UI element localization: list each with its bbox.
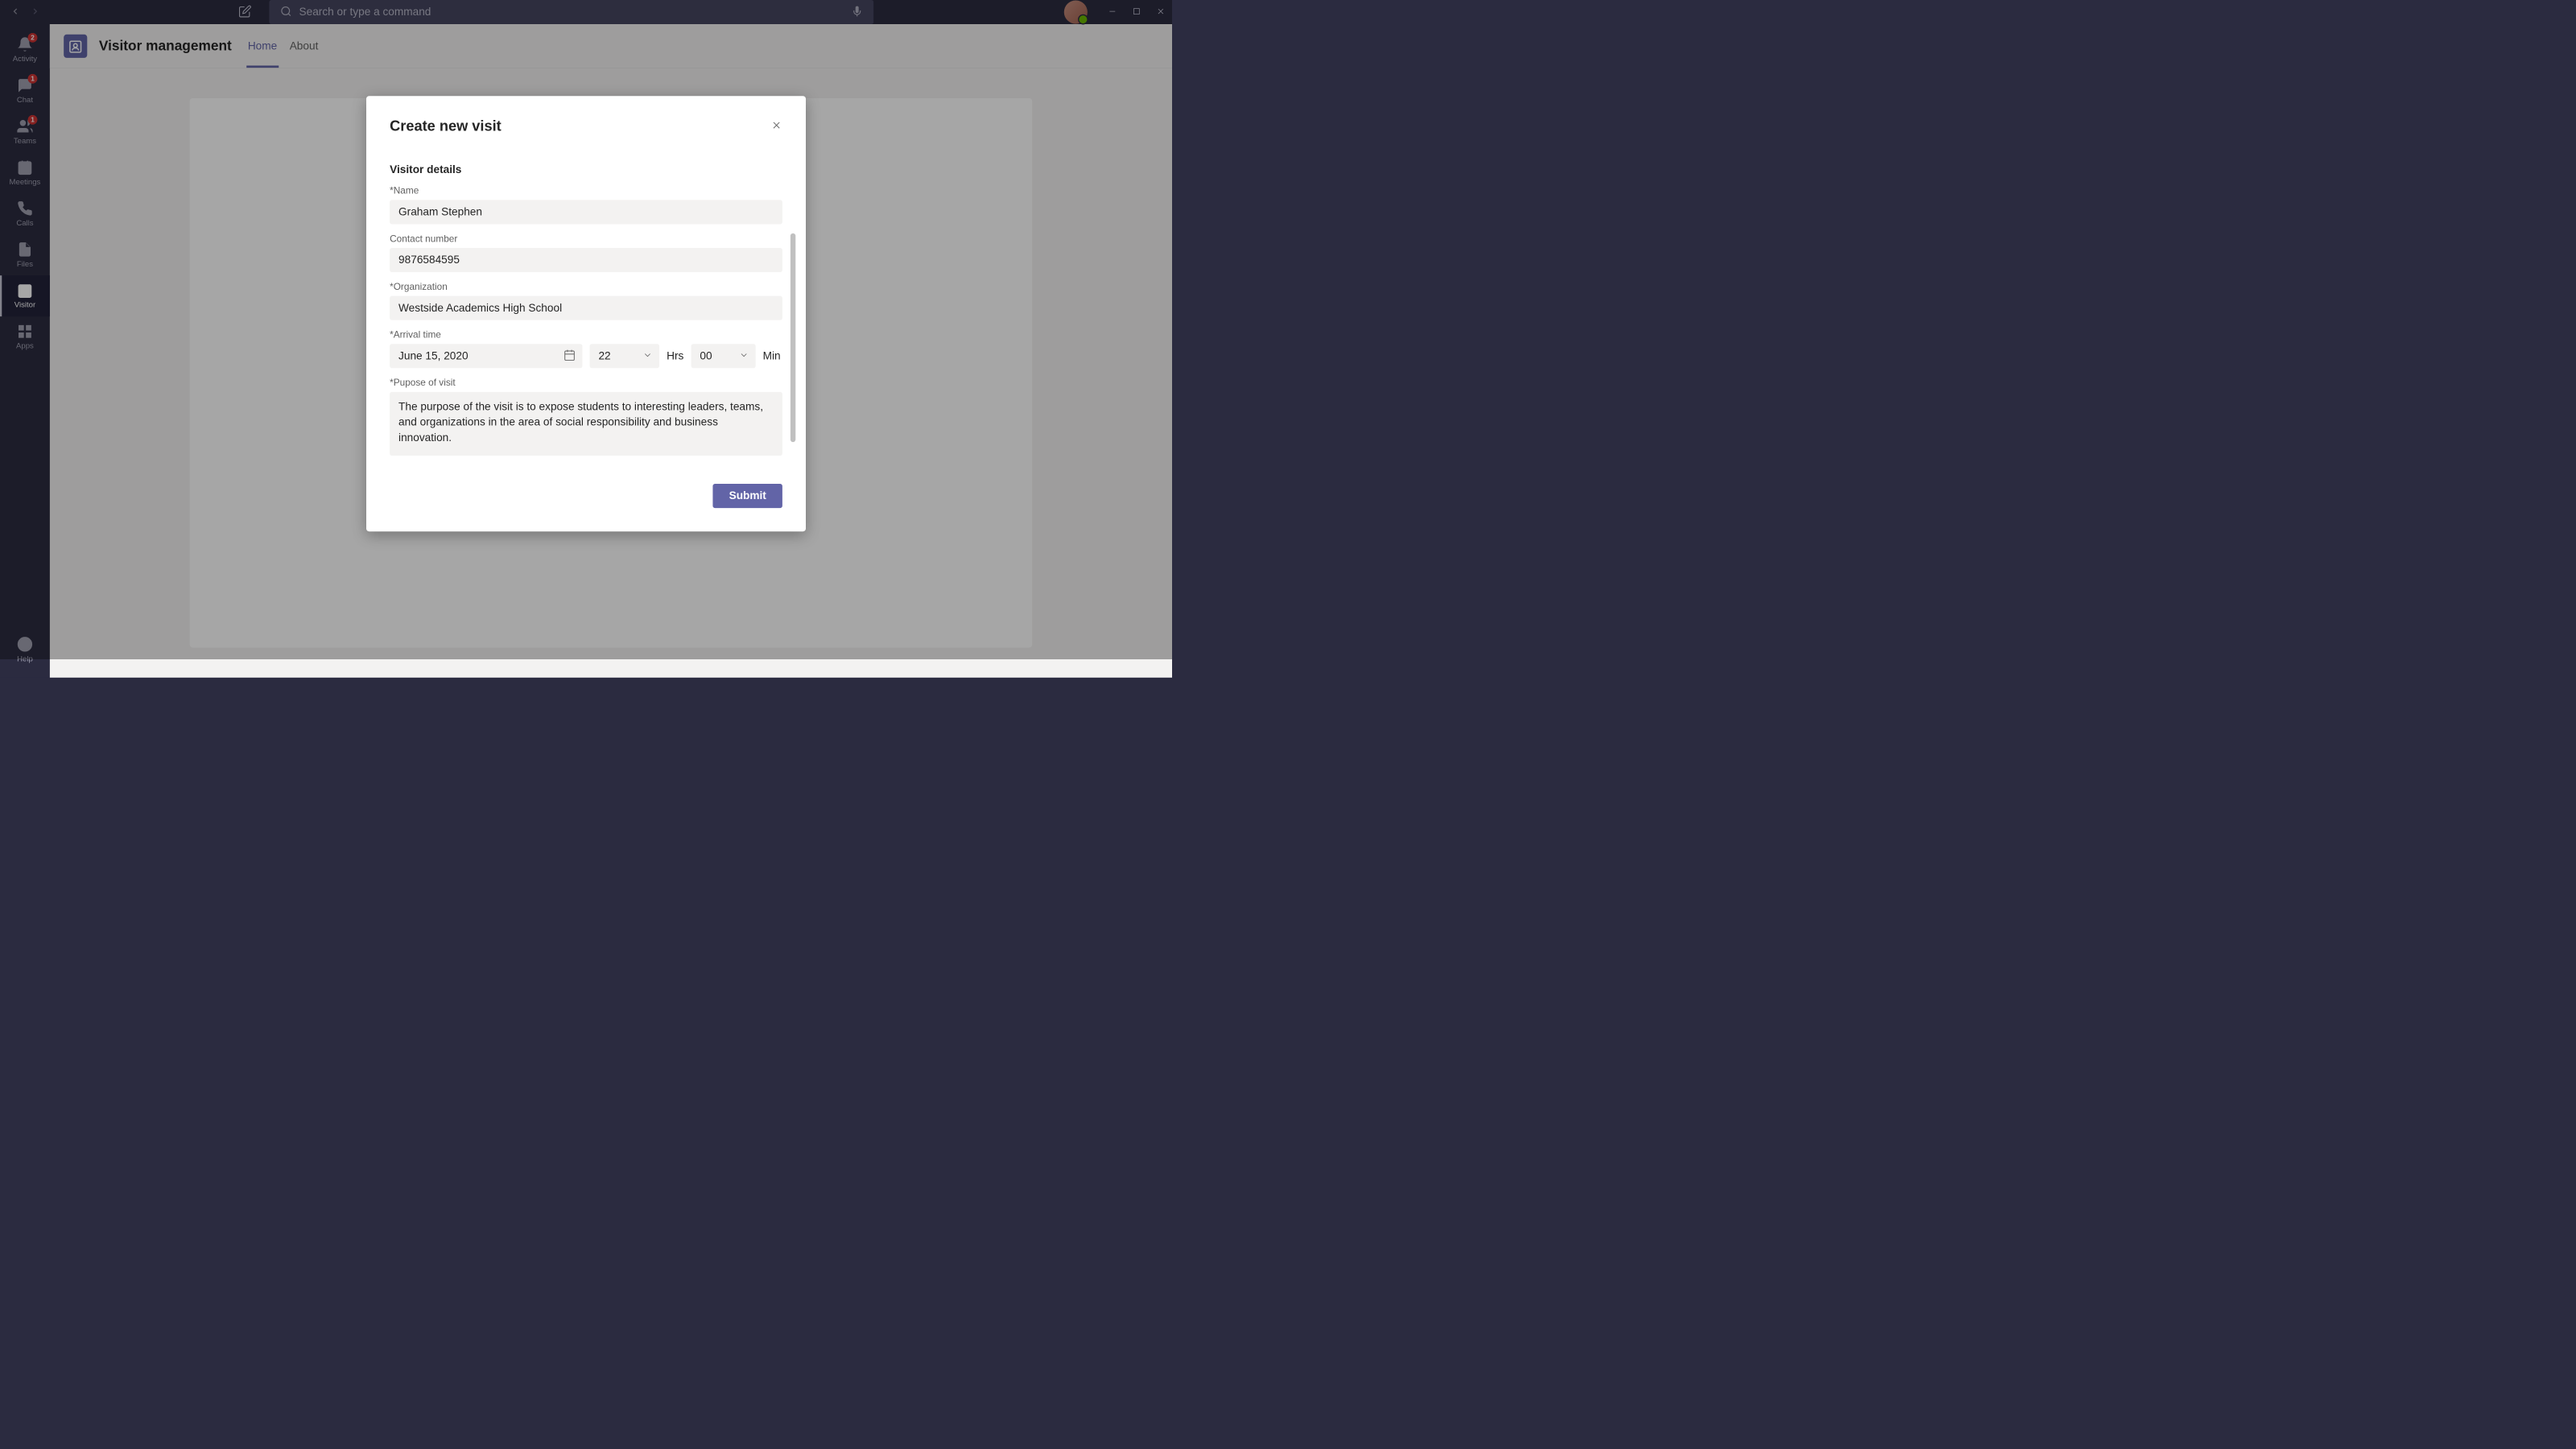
section-title: Visitor details (390, 163, 782, 175)
purpose-textarea[interactable] (390, 392, 782, 456)
contact-input[interactable] (390, 248, 782, 272)
form-scrollbar[interactable] (791, 233, 795, 442)
name-input[interactable] (390, 200, 782, 224)
hours-select[interactable] (590, 344, 659, 368)
minutes-select[interactable] (691, 344, 755, 368)
contact-label: Contact number (390, 233, 782, 244)
org-input[interactable] (390, 296, 782, 320)
arrival-label: *Arrival time (390, 329, 782, 341)
minutes-label: Min (763, 350, 781, 362)
create-visit-modal: Create new visit Visitor details *Name C… (366, 96, 806, 531)
submit-button[interactable]: Submit (713, 484, 782, 508)
org-label: *Organization (390, 281, 782, 292)
date-input[interactable] (390, 344, 582, 368)
name-label: *Name (390, 185, 782, 196)
close-button[interactable] (770, 119, 782, 133)
calendar-icon[interactable] (564, 349, 576, 363)
purpose-label: *Pupose of visit (390, 377, 782, 388)
hours-label: Hrs (667, 350, 683, 362)
modal-title: Create new visit (390, 118, 502, 134)
